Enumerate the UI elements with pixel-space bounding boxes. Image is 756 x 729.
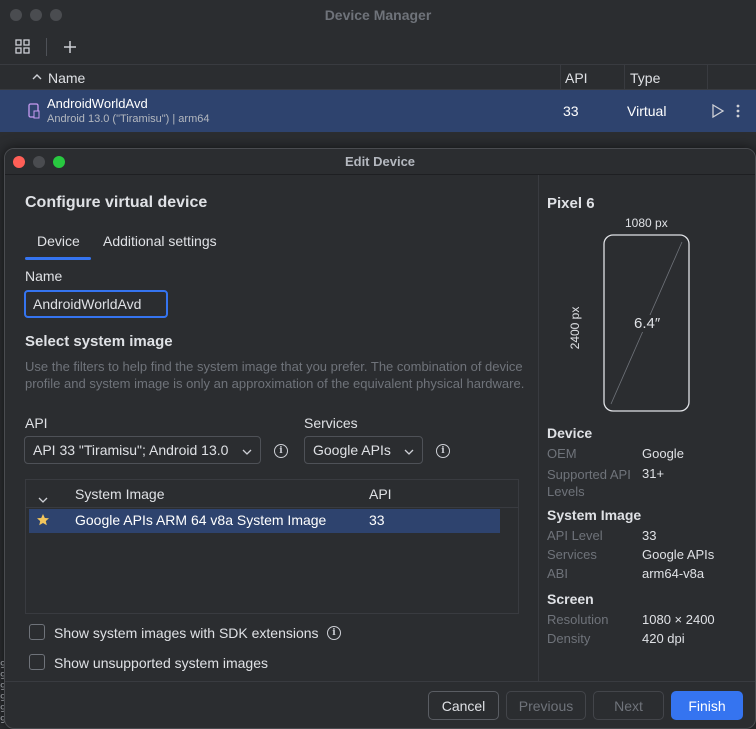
system-image-api: 33 — [369, 512, 385, 528]
api-dropdown-value: API 33 "Tiramisu"; Android 13.0 — [33, 442, 229, 458]
column-header-api[interactable]: API — [369, 486, 392, 502]
oem-value: Google — [642, 446, 684, 461]
configure-heading: Configure virtual device — [25, 194, 208, 211]
unsupported-images-label[interactable]: Show unsupported system images — [54, 655, 268, 671]
services-label: Services — [304, 415, 358, 431]
api-level-value: 33 — [642, 528, 657, 543]
device-model-name: Pixel 6 — [547, 195, 595, 212]
device-subtitle: Android 13.0 ("Tiramisu") | arm64 — [47, 113, 210, 125]
device-manager-toolbar — [0, 30, 756, 64]
cancel-button[interactable]: Cancel — [428, 691, 499, 720]
resolution-value: 1080 × 2400 — [642, 612, 715, 627]
column-header-system-image[interactable]: System Image — [75, 486, 164, 502]
star-icon — [36, 513, 50, 532]
device-name: AndroidWorldAvd — [47, 96, 148, 111]
api-dropdown[interactable]: API 33 "Tiramisu"; Android 13.0 — [24, 436, 261, 464]
system-image-table: System Image API Google APIs ARM 64 v8a … — [25, 479, 519, 614]
add-device-icon[interactable] — [61, 38, 79, 56]
dialog-titlebar: Edit Device — [5, 149, 755, 175]
system-image-row[interactable]: Google APIs ARM 64 v8a System Image 33 — [29, 509, 500, 533]
dialog-footer: Cancel Previous Next Finish — [5, 681, 755, 728]
services-key: Services — [547, 547, 597, 562]
name-field-value: AndroidWorldAvd — [33, 296, 142, 312]
supported-api-key: Supported API Levels — [547, 467, 631, 499]
more-actions-icon[interactable] — [735, 103, 741, 124]
edit-device-dialog: Edit Device Configure virtual device Dev… — [4, 148, 756, 729]
column-header-api[interactable]: API — [565, 70, 588, 86]
unsupported-images-checkbox[interactable] — [29, 654, 45, 670]
system-image-name: Google APIs ARM 64 v8a System Image — [75, 512, 327, 528]
help-text: Use the filters to help find the system … — [25, 359, 525, 391]
system-image-section-heading: System Image — [547, 507, 642, 523]
supported-api-value: 31+ — [642, 466, 665, 481]
resolution-key: Resolution — [547, 612, 609, 627]
sdk-info-icon[interactable]: i — [327, 626, 341, 640]
chevron-down-icon — [242, 442, 252, 458]
finish-button[interactable]: Finish — [671, 691, 743, 720]
sdk-extensions-label[interactable]: Show system images with SDK extensions — [54, 625, 319, 641]
chevron-down-icon — [404, 442, 414, 458]
column-divider — [624, 65, 625, 89]
column-header-name[interactable]: Name — [48, 70, 85, 86]
name-label: Name — [25, 268, 63, 284]
abi-key: ABI — [547, 566, 568, 581]
density-key: Density — [547, 631, 591, 646]
oem-key: OEM — [547, 446, 577, 461]
api-label: API — [25, 415, 48, 431]
device-row[interactable]: AndroidWorldAvd Android 13.0 ("Tiramisu"… — [0, 90, 756, 132]
device-api: 33 — [563, 103, 579, 119]
toolbar-separator — [46, 38, 47, 56]
name-field[interactable]: AndroidWorldAvd — [24, 290, 168, 318]
services-dropdown[interactable]: Google APIs — [304, 436, 423, 464]
sdk-extensions-checkbox[interactable] — [29, 624, 45, 640]
services-dropdown-value: Google APIs — [313, 442, 391, 458]
abi-value: arm64-v8a — [642, 566, 705, 581]
previous-button[interactable]: Previous — [506, 691, 586, 720]
group-by-icon[interactable] — [14, 38, 32, 56]
screen-height-label: 2400 px — [568, 306, 582, 350]
phone-device-icon — [28, 103, 40, 124]
device-manager-titlebar: Device Manager — [0, 0, 756, 30]
tab-device[interactable]: Device — [37, 233, 80, 249]
system-image-heading: Select system image — [25, 333, 173, 350]
services-info-icon[interactable]: i — [436, 444, 450, 458]
next-button[interactable]: Next — [593, 691, 664, 720]
column-divider — [560, 65, 561, 89]
services-value: Google APIs — [642, 547, 715, 562]
sort-ascending-icon[interactable] — [32, 69, 42, 85]
screen-diagonal: 6.4″ — [631, 315, 664, 332]
density-value: 420 dpi — [642, 631, 685, 646]
device-table-header: Name API Type — [0, 64, 756, 90]
device-type: Virtual — [627, 103, 667, 119]
api-info-icon[interactable]: i — [274, 444, 288, 458]
system-image-table-header: System Image API — [26, 480, 518, 508]
tab-additional-settings[interactable]: Additional settings — [103, 233, 217, 249]
api-level-key: API Level — [547, 528, 603, 543]
chevron-down-icon[interactable] — [38, 490, 48, 508]
column-divider — [707, 65, 708, 89]
device-section-heading: Device — [547, 425, 593, 441]
launch-play-icon[interactable] — [711, 103, 725, 123]
device-preview-panel: Pixel 6 1080 px 2400 px 6.4″ Device OEM … — [538, 175, 755, 681]
dialog-title: Edit Device — [344, 154, 416, 169]
device-manager-title: Device Manager — [324, 7, 432, 23]
screen-width-label: 1080 px — [625, 216, 668, 230]
screen-section-heading: Screen — [547, 591, 594, 607]
active-tab-indicator — [25, 257, 91, 260]
column-header-type[interactable]: Type — [630, 70, 660, 86]
